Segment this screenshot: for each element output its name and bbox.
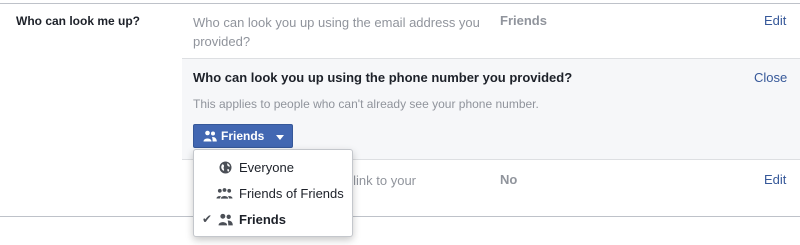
audience-option-friends-of-friends[interactable]: Friends of Friends: [194, 183, 352, 205]
audience-selector-button[interactable]: Friends: [193, 124, 293, 148]
email-lookup-edit-link[interactable]: Edit: [764, 13, 786, 28]
audience-option-friends[interactable]: ✔ Friends: [194, 209, 352, 231]
email-lookup-question: Who can look you up using the email addr…: [193, 15, 480, 49]
top-divider: [0, 3, 800, 4]
friends-of-friends-icon: [216, 187, 233, 200]
checkmark-icon: ✔: [202, 212, 213, 226]
audience-option-label: Everyone: [239, 160, 294, 175]
audience-selector-label: Friends: [221, 129, 265, 143]
search-engine-edit-link[interactable]: Edit: [764, 172, 786, 187]
audience-option-label: Friends of Friends: [239, 186, 344, 201]
audience-dropdown-menu: Everyone Friends of Friends ✔ Friends: [193, 149, 353, 237]
audience-option-everyone[interactable]: Everyone: [194, 157, 352, 179]
friends-icon: [203, 130, 217, 142]
friends-icon: [218, 213, 233, 226]
audience-option-label: Friends: [239, 212, 286, 227]
phone-lookup-title: Who can look you up using the phone numb…: [193, 70, 573, 85]
search-engine-value: No: [500, 172, 518, 187]
bottom-divider: [0, 216, 800, 217]
email-lookup-value: Friends: [500, 13, 547, 28]
phone-lookup-note: This applies to people who can't already…: [193, 97, 539, 111]
caret-down-icon: [276, 135, 284, 140]
section-label: Who can look me up?: [16, 14, 141, 28]
phone-lookup-close-link[interactable]: Close: [754, 70, 787, 85]
globe-icon: [219, 161, 232, 174]
